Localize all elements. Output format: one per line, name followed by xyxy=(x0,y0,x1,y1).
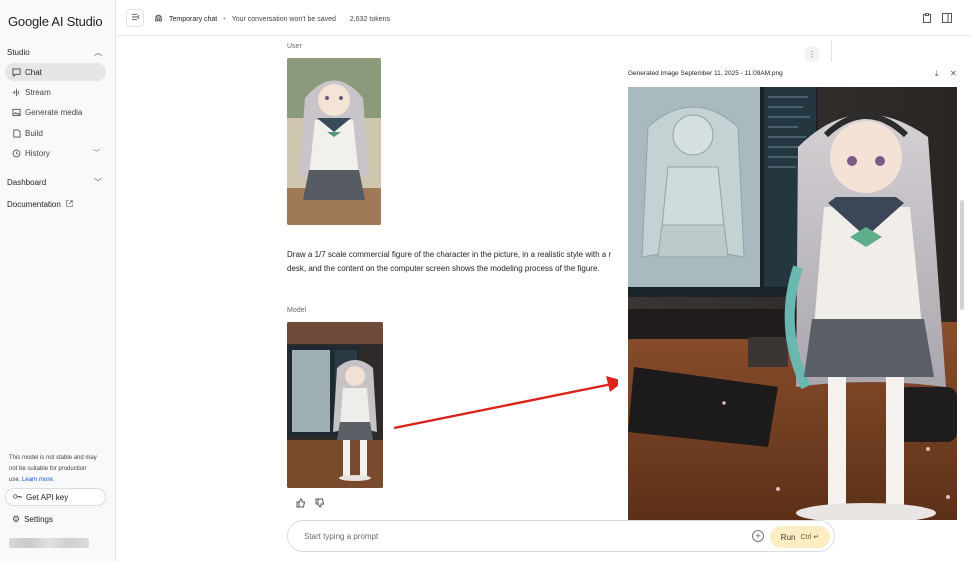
thumbs-down-icon[interactable] xyxy=(315,498,325,510)
sidebar-item-chat[interactable]: Chat xyxy=(5,63,106,81)
run-shortcut: Ctrl ↵ xyxy=(800,534,820,541)
close-icon[interactable]: ✕ xyxy=(950,69,957,78)
get-api-key-button[interactable]: Get API key xyxy=(5,488,106,506)
run-button[interactable]: Run Ctrl ↵ xyxy=(770,526,830,548)
sidebar-item-label: Generate media xyxy=(25,107,83,117)
api-key-label: Get API key xyxy=(26,492,69,502)
user-prompt-text: Draw a 1/7 scale commercial figure of th… xyxy=(287,250,612,273)
gear-icon: ⚙ xyxy=(12,514,21,524)
toggle-sidebar-button[interactable] xyxy=(126,9,144,27)
dashboard-section-header[interactable]: Dashboard ﹀ xyxy=(7,177,102,188)
not-saved-notice: Your conversation won't be saved xyxy=(231,15,336,23)
chevron-up-icon: ︿ xyxy=(94,48,102,57)
download-icon[interactable]: ⤓ xyxy=(935,69,939,79)
sidebar-item-label: History xyxy=(25,148,50,158)
menu-collapse-icon xyxy=(131,13,140,23)
model-warning: This model is not stable and may not be … xyxy=(9,453,99,486)
sidebar-item-label: Stream xyxy=(25,87,51,97)
chat-info: Temporary chat • Your conversation won't… xyxy=(154,14,390,24)
brand-logo[interactable]: Google AI Studio xyxy=(8,14,103,29)
clipboard-icon[interactable] xyxy=(922,13,932,23)
learn-more-link[interactable]: Learn more. xyxy=(22,477,54,483)
viewer-scrollbar[interactable] xyxy=(960,200,964,310)
documentation-link[interactable]: Documentation xyxy=(7,200,102,209)
viewer-title: Generated Image September 11, 2025 - 11:… xyxy=(628,70,783,77)
sidebar-item-label: Build xyxy=(25,128,43,138)
sidebar-item-build[interactable]: Build xyxy=(5,124,106,142)
stream-icon xyxy=(12,88,21,97)
settings-button[interactable]: ⚙ Settings xyxy=(12,514,53,525)
more-vert-icon: ⋮ xyxy=(808,49,816,59)
sidebar-item-stream[interactable]: Stream xyxy=(5,83,106,101)
image-viewer: Generated Image September 11, 2025 - 11:… xyxy=(618,62,963,520)
thumbs-up-icon[interactable] xyxy=(296,498,306,510)
build-icon xyxy=(12,128,21,138)
model-generated-image[interactable] xyxy=(287,322,383,488)
separator-dot: • xyxy=(223,15,226,23)
chevron-down-icon: ﹀ xyxy=(93,150,100,157)
chat-bubble-icon xyxy=(12,67,21,77)
studio-section-label: Studio xyxy=(7,48,30,57)
chat-title: Temporary chat xyxy=(169,15,218,23)
prompt-input-bar: Start typing a prompt + Run Ctrl ↵ xyxy=(287,520,835,552)
annotation-arrow xyxy=(393,376,624,430)
external-link-icon xyxy=(66,200,73,209)
user-uploaded-image[interactable] xyxy=(287,58,381,225)
top-bar: Temporary chat • Your conversation won't… xyxy=(116,0,971,36)
incognito-icon xyxy=(154,14,163,24)
panel-toggle-icon[interactable] xyxy=(942,13,952,23)
user-account-blurred[interactable] xyxy=(9,538,89,548)
sidebar: Google AI Studio Studio ︿ Chat Stream Ge… xyxy=(0,0,116,561)
media-icon xyxy=(12,108,21,117)
key-icon xyxy=(13,493,22,502)
run-label: Run xyxy=(780,532,796,542)
model-turn-label: Model xyxy=(287,307,307,314)
token-count: 2,632 tokens xyxy=(349,15,390,23)
add-media-icon[interactable]: + xyxy=(752,530,764,542)
prompt-input[interactable]: Start typing a prompt xyxy=(304,532,378,541)
sidebar-item-history[interactable]: History ﹀ xyxy=(5,144,106,162)
documentation-label: Documentation xyxy=(7,200,61,209)
sidebar-item-generate-media[interactable]: Generate media xyxy=(5,103,106,121)
settings-label: Settings xyxy=(24,515,53,524)
user-turn-label: User xyxy=(287,43,302,50)
studio-section-header[interactable]: Studio ︿ xyxy=(7,47,102,58)
dashboard-label: Dashboard xyxy=(7,178,47,187)
chevron-down-icon: ﹀ xyxy=(94,178,102,187)
more-options-button[interactable]: ⋮ xyxy=(804,46,820,62)
viewer-image[interactable] xyxy=(628,87,957,520)
sidebar-item-label: Chat xyxy=(25,67,42,77)
history-icon xyxy=(12,149,21,158)
